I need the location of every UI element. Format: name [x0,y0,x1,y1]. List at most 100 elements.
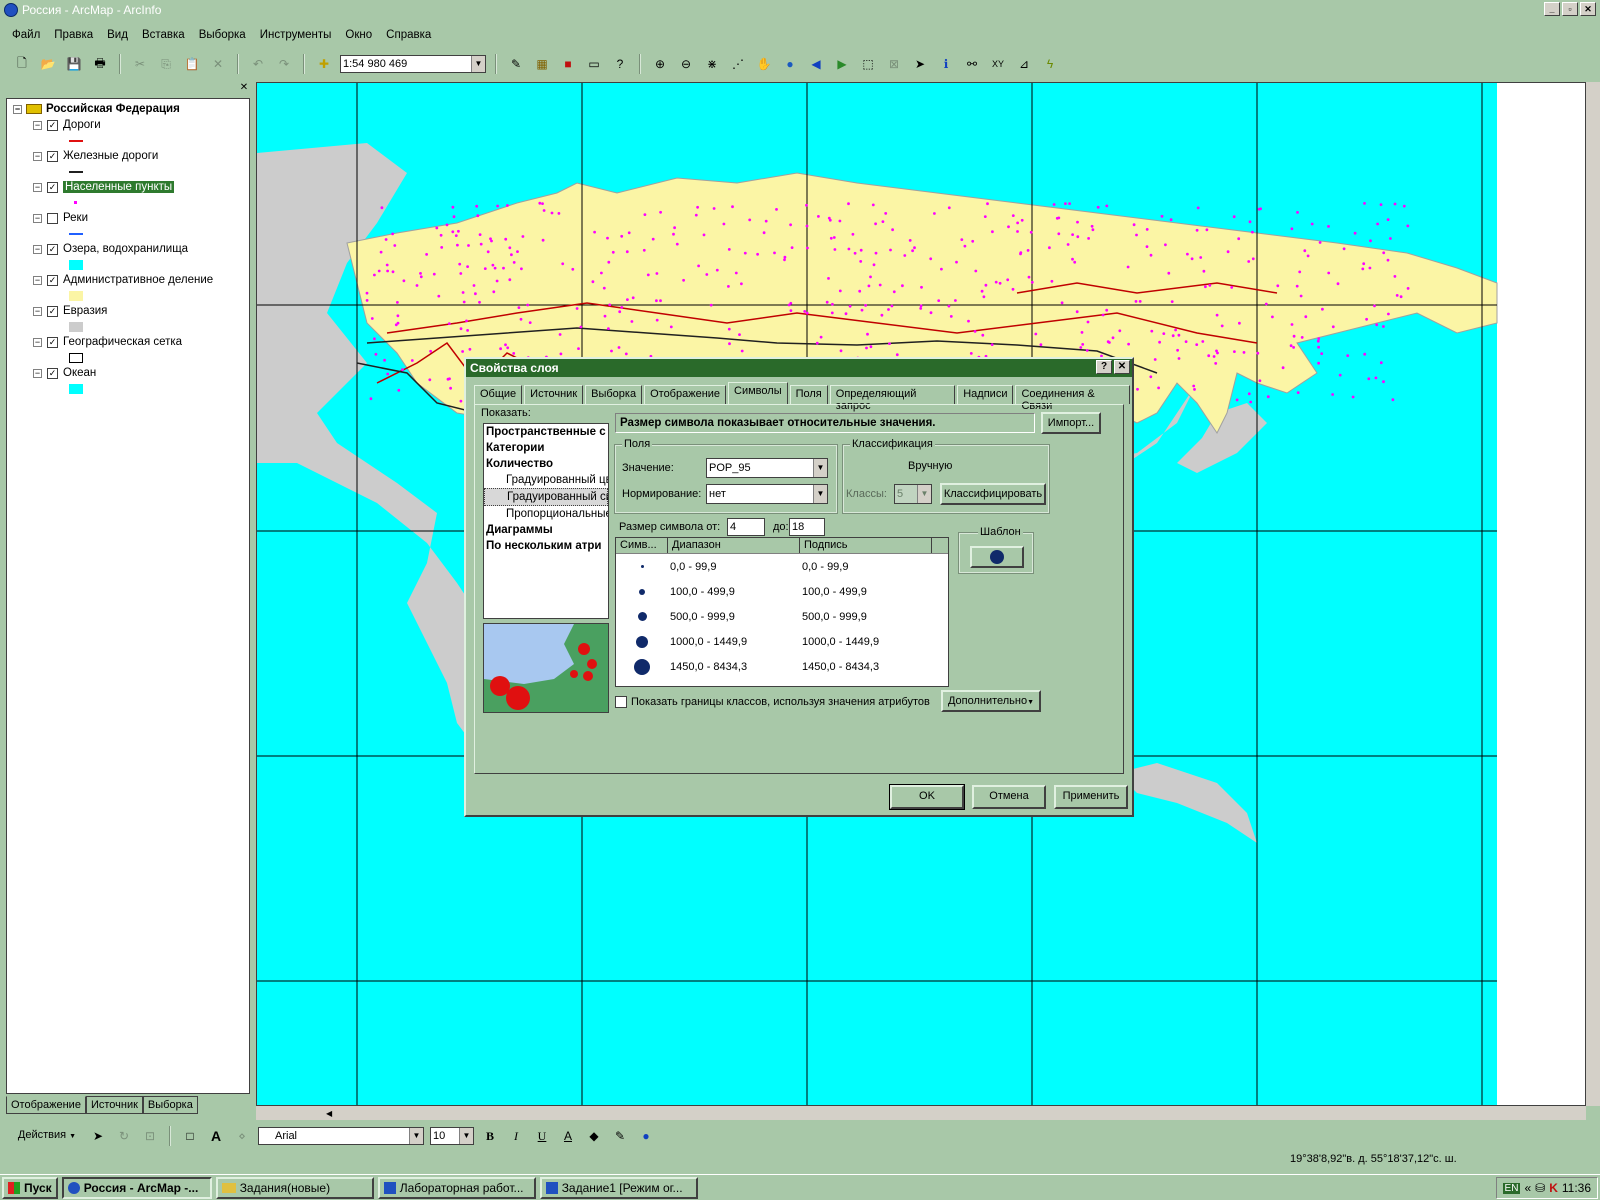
layer-symbol-swatch[interactable] [69,260,83,270]
menu-help[interactable]: Справка [386,29,431,41]
layer-visibility-checkbox[interactable]: ✓ [47,119,58,131]
new-document-icon[interactable]: 🗋 [12,54,32,74]
menu-selection[interactable]: Выборка [199,29,246,41]
clear-selection-icon[interactable]: ⊠ [884,54,904,74]
print-icon[interactable]: 🖶 [90,54,110,74]
dialog-tab[interactable]: Надписи [957,385,1014,404]
map-vertical-scrollbar[interactable] [1586,82,1600,1106]
edit-vertices-icon[interactable]: ⋄ [232,1126,252,1146]
toc-layer[interactable]: − ✓ Железные дороги [33,150,158,162]
fixed-zoom-out-icon[interactable]: ⋰ [728,54,748,74]
renderer-type-item[interactable]: Количество [484,456,608,472]
layer-symbol-swatch[interactable] [69,140,83,142]
hyperlink-lightning-icon[interactable]: ϟ [1040,54,1060,74]
collapse-icon[interactable]: − [33,120,42,130]
dialog-close-icon[interactable]: ✕ [1114,360,1130,374]
whats-this-icon[interactable]: ? [610,54,630,74]
task-folder[interactable]: Задания(новые) [215,1176,374,1199]
symbol-column-header[interactable]: Симв... [616,538,668,553]
fixed-zoom-in-icon[interactable]: ⋇ [702,54,722,74]
collapse-icon[interactable]: − [33,368,42,378]
bold-icon[interactable]: B [480,1126,500,1146]
select-elements-arrow-icon[interactable]: ➤ [910,54,930,74]
fill-color-icon[interactable]: ◆ [584,1126,604,1146]
dialog-tab[interactable]: Выборка [585,385,643,404]
collapse-icon[interactable]: − [33,151,42,161]
layer-visibility-checkbox[interactable]: ✓ [47,305,58,317]
zoom-to-elements-icon[interactable]: ⊡ [140,1126,160,1146]
collapse-icon[interactable]: − [33,306,42,316]
rotate-icon[interactable]: ↻ [114,1126,134,1146]
chevron-down-icon[interactable]: ▼ [459,1128,473,1144]
toc-layer[interactable]: − ✓ Административное деление [33,274,213,286]
toc-layer[interactable]: − ✓ Географическая сетка [33,336,182,348]
editor-toolbar-icon[interactable]: ✎ [506,54,526,74]
task-word-assignment[interactable]: Задание1 [Режим ог... [539,1176,698,1199]
template-symbol-button[interactable] [970,546,1024,568]
pan-hand-icon[interactable]: ✋ [754,54,774,74]
layer-visibility-checkbox[interactable]: ✓ [47,243,58,255]
go-to-xy-icon[interactable]: XY [988,54,1008,74]
renderer-type-item[interactable]: Градуированный сим [484,488,608,506]
cancel-button[interactable]: Отмена [972,785,1046,809]
table-row[interactable]: 500,0 - 999,9 500,0 - 999,9 [616,604,948,629]
dialog-tab[interactable]: Общие [474,385,523,404]
toc-layer[interactable]: − ✓ Океан [33,367,96,379]
collapse-icon[interactable]: − [33,337,42,347]
task-word-lab[interactable]: Лабораторная работ... [377,1176,536,1199]
underline-icon[interactable]: U [532,1126,552,1146]
undo-icon[interactable]: ↶ [248,54,268,74]
toc-layer[interactable]: − ✓ Дороги [33,119,101,131]
toc-root-dataframe[interactable]: − Российская Федерация [13,103,180,115]
start-button[interactable]: Пуск [2,1176,58,1199]
normalization-combo[interactable]: нет ▼ [706,484,828,504]
collapse-icon[interactable]: − [33,244,42,254]
value-field-combo[interactable]: POP_95 ▼ [706,458,828,478]
dialog-tab[interactable]: Соединения & Связи [1015,385,1130,412]
dialog-tab[interactable]: Определяющий запрос [829,385,956,412]
delete-icon[interactable]: ✕ [208,54,228,74]
font-size-combo[interactable]: 10 ▼ [430,1127,474,1145]
marker-color-icon[interactable]: ● [636,1126,656,1146]
class-symbol-cell[interactable] [616,588,668,595]
renderer-type-item[interactable]: Категории [484,440,608,456]
apply-button[interactable]: Применить [1054,785,1128,809]
layer-name[interactable]: Населенные пункты [63,181,175,193]
size-to-input[interactable]: 18 [789,518,825,536]
toc-layer[interactable]: − ✓ Евразия [33,305,107,317]
drawing-actions-menu[interactable]: Действия ▼ [12,1126,82,1146]
save-icon[interactable]: 💾 [64,54,84,74]
add-data-icon[interactable]: ✚ [314,54,334,74]
toc-layer[interactable]: − ✓ Населенные пункты [33,181,175,193]
menu-edit[interactable]: Правка [54,29,93,41]
advanced-button[interactable]: Дополнительно▼ [941,690,1041,712]
select-features-icon[interactable]: ⬚ [858,54,878,74]
layer-name[interactable]: Озера, водохранилища [63,243,188,255]
layer-name[interactable]: Географическая сетка [63,336,182,348]
layer-symbol-swatch[interactable] [69,384,83,394]
collapse-icon[interactable]: − [33,182,42,192]
renderer-type-item[interactable]: Пропорциональные [484,506,608,522]
class-label-cell[interactable]: 500,0 - 999,9 [800,611,867,623]
help-icon[interactable]: ? [1096,360,1112,374]
menu-insert[interactable]: Вставка [142,29,185,41]
toc-tab-display[interactable]: Отображение [6,1096,86,1114]
task-arcmap[interactable]: Россия - ArcMap -... [61,1176,212,1199]
class-label-cell[interactable]: 0,0 - 99,9 [800,561,848,573]
chevron-down-icon[interactable]: ▼ [409,1128,423,1144]
renderer-type-item[interactable]: Диаграммы [484,522,608,538]
dialog-tab[interactable]: Отображение [644,385,727,404]
antivirus-icon[interactable]: K [1549,1181,1558,1195]
toc-layer[interactable]: − ✓ Озера, водохранилища [33,243,188,255]
close-button[interactable]: ✕ [1580,2,1596,16]
command-line-icon[interactable]: ▭ [584,54,604,74]
layer-symbol-swatch[interactable] [69,233,83,235]
forward-arrow-icon[interactable]: ▶ [832,54,852,74]
toc-tab-selection[interactable]: Выборка [142,1096,198,1114]
toc-tab-source[interactable]: Источник [85,1096,143,1114]
identify-icon[interactable]: ℹ [936,54,956,74]
renderer-type-item[interactable]: Пространственные с [484,424,608,440]
back-arrow-icon[interactable]: ◀ [806,54,826,74]
full-extent-globe-icon[interactable]: ● [780,54,800,74]
class-range-cell[interactable]: 0,0 - 99,9 [668,561,800,573]
